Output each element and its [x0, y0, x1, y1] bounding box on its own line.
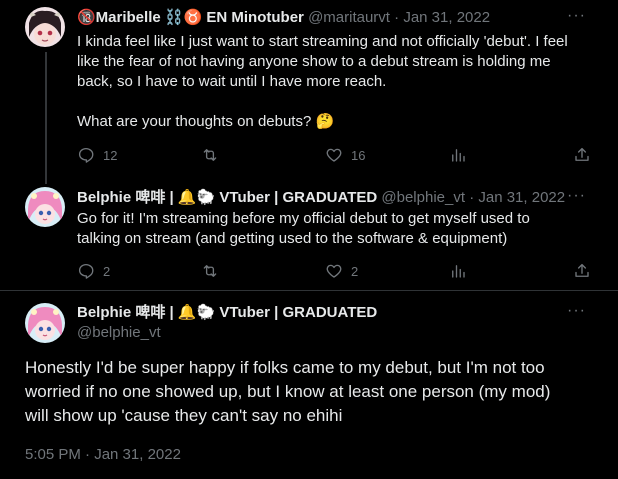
- like-count: 16: [351, 147, 366, 163]
- avatar-belphie[interactable]: [25, 303, 65, 343]
- tweet-maribelle[interactable]: 🔞Maribelle ⛓️♉ EN Minotuber @maritaurvt …: [0, 0, 618, 184]
- retweet-icon: [203, 265, 217, 277]
- reply-count: 12: [103, 147, 118, 163]
- like-count: 2: [351, 263, 359, 279]
- tweet-belphie-reply[interactable]: Belphie 啤啡 | 🔔🐑 VTuber | GRADUATED @belp…: [0, 180, 618, 290]
- like-button[interactable]: 2: [325, 261, 358, 281]
- like-button[interactable]: 16: [325, 145, 365, 165]
- handle[interactable]: @belphie_vt: [381, 189, 465, 206]
- tweet-text-line: Honestly I'd be super happy if folks cam…: [25, 358, 545, 377]
- reply-button[interactable]: 2: [77, 261, 110, 281]
- tweet-text: Go for it! I'm streaming before my offic…: [77, 209, 587, 249]
- views-icon: [452, 149, 465, 162]
- handle[interactable]: @maritaurvt: [308, 9, 390, 26]
- tweet-text-line: back, so I have to wait until I have mor…: [77, 73, 387, 90]
- tweet-text-line: will show up 'cause they can't say no eh…: [25, 406, 343, 425]
- thread-line: [45, 52, 47, 184]
- reply-count: 2: [103, 263, 111, 279]
- display-name[interactable]: 🔞Maribelle ⛓️♉ EN Minotuber: [77, 9, 304, 26]
- tweet-timestamp[interactable]: 5:05 PM · Jan 31, 2022: [25, 446, 181, 463]
- share-icon: [575, 263, 589, 277]
- views-icon: [452, 265, 465, 278]
- display-name[interactable]: Belphie 啤啡 | 🔔🐑 VTuber | GRADUATED: [77, 189, 377, 206]
- tweet-main: Belphie 啤啡 | 🔔🐑 VTuber | GRADUATED @belp…: [0, 291, 618, 479]
- more-options-icon[interactable]: ···: [567, 187, 587, 207]
- tweet-date[interactable]: Jan 31, 2022: [478, 189, 565, 206]
- retweet-icon: [203, 149, 217, 161]
- tweet-text-line: worried if no one showed up, but I know …: [25, 382, 551, 401]
- more-options-icon[interactable]: ···: [567, 302, 587, 322]
- retweet-button[interactable]: [201, 261, 227, 281]
- tweet-header: Belphie 啤啡 | 🔔🐑 VTuber | GRADUATED @belp…: [77, 303, 377, 343]
- views-button[interactable]: [449, 261, 475, 281]
- action-bar: 12 16: [77, 145, 597, 165]
- tweet-text: Honestly I'd be super happy if folks cam…: [25, 356, 595, 428]
- action-bar: 2 2: [77, 261, 597, 281]
- tweet-text: I kinda feel like I just want to start s…: [77, 32, 587, 132]
- more-options-icon[interactable]: ···: [567, 7, 587, 27]
- tweet-text-line: talking on stream (and getting used to t…: [77, 230, 508, 247]
- heart-icon: [326, 264, 342, 278]
- reply-icon: [78, 147, 94, 163]
- reply-button[interactable]: 12: [77, 145, 117, 165]
- avatar-belphie[interactable]: [25, 187, 65, 227]
- tweet-header: Belphie 啤啡 | 🔔🐑 VTuber | GRADUATED @belp…: [77, 189, 566, 206]
- tweet-text-line: I kinda feel like I just want to start s…: [77, 33, 568, 50]
- share-icon: [575, 147, 589, 161]
- share-button[interactable]: [573, 261, 591, 281]
- tweet-text-line: Go for it! I'm streaming before my offic…: [77, 210, 530, 227]
- views-button[interactable]: [449, 145, 475, 165]
- display-name[interactable]: Belphie 啤啡 | 🔔🐑 VTuber | GRADUATED: [77, 303, 377, 323]
- reply-icon: [78, 263, 94, 279]
- tweet-text-line: What are your thoughts on debuts? 🤔: [77, 113, 335, 130]
- heart-icon: [326, 148, 342, 162]
- share-button[interactable]: [573, 145, 591, 165]
- tweet-date[interactable]: Jan 31, 2022: [403, 9, 490, 26]
- avatar-maribelle[interactable]: [25, 7, 65, 47]
- handle[interactable]: @belphie_vt: [77, 323, 377, 343]
- tweet-header: 🔞Maribelle ⛓️♉ EN Minotuber @maritaurvt …: [77, 9, 491, 26]
- retweet-button[interactable]: [201, 145, 227, 165]
- tweet-text-line: like the fear of not having anyone show …: [77, 53, 551, 70]
